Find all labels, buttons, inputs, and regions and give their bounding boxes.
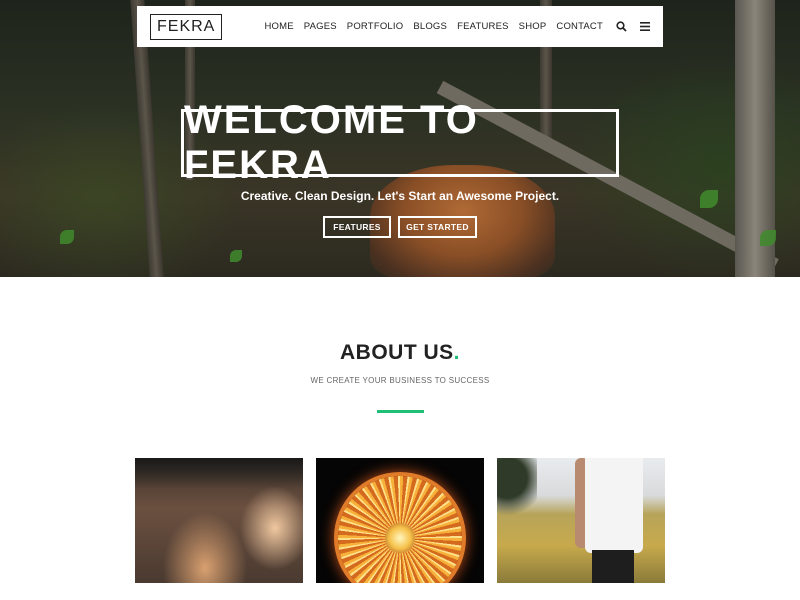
crowd-photo[interactable] [135, 458, 303, 583]
menu-icon[interactable] [639, 21, 651, 33]
photo-person-shirt [585, 458, 643, 553]
about-subtitle: WE CREATE YOUR BUSINESS TO SUCCESS [310, 376, 490, 385]
nav-item-shop[interactable]: SHOP [519, 21, 547, 32]
field-person-photo[interactable] [497, 458, 665, 583]
hero-title-box: WELCOME TO FEKRA [181, 98, 619, 187]
nav-item-features[interactable]: FEATURES [457, 21, 509, 32]
about-title-text: ABOUT US [339, 341, 454, 364]
hero-title: WELCOME TO FEKRA [184, 98, 479, 187]
features-button[interactable]: FEATURES [323, 216, 391, 238]
about-title: ABOUT US. [0, 341, 800, 365]
hero-bg-leaf [760, 230, 776, 246]
photo-tree [497, 458, 537, 518]
nav-item-home[interactable]: HOME [264, 21, 293, 32]
ferris-wheel-photo[interactable] [316, 458, 484, 583]
nav-item-blogs[interactable]: BLOGS [413, 21, 447, 32]
hero-subtitle: Creative. Clean Design. Let's Start an A… [240, 189, 560, 203]
ferris-wheel-graphic [338, 476, 462, 583]
navbar: FEKRA HOME PAGES PORTFOLIO BLOGS FEATURE… [137, 6, 663, 47]
nav-menu: HOME PAGES PORTFOLIO BLOGS FEATURES SHOP… [254, 21, 651, 33]
hero-bg-leaf [230, 250, 242, 262]
photo-person-legs [592, 550, 634, 583]
search-icon[interactable] [615, 21, 627, 33]
hero-bg-leaf [60, 230, 74, 244]
nav-item-pages[interactable]: PAGES [304, 21, 337, 32]
nav-item-portfolio[interactable]: PORTFOLIO [347, 21, 404, 32]
about-title-dot: . [453, 341, 460, 364]
get-started-button[interactable]: GET STARTED [398, 216, 477, 238]
logo[interactable]: FEKRA [150, 13, 223, 40]
nav-item-contact[interactable]: CONTACT [556, 21, 603, 32]
hero-section: FEKRA HOME PAGES PORTFOLIO BLOGS FEATURE… [0, 0, 800, 277]
about-divider [377, 410, 424, 413]
